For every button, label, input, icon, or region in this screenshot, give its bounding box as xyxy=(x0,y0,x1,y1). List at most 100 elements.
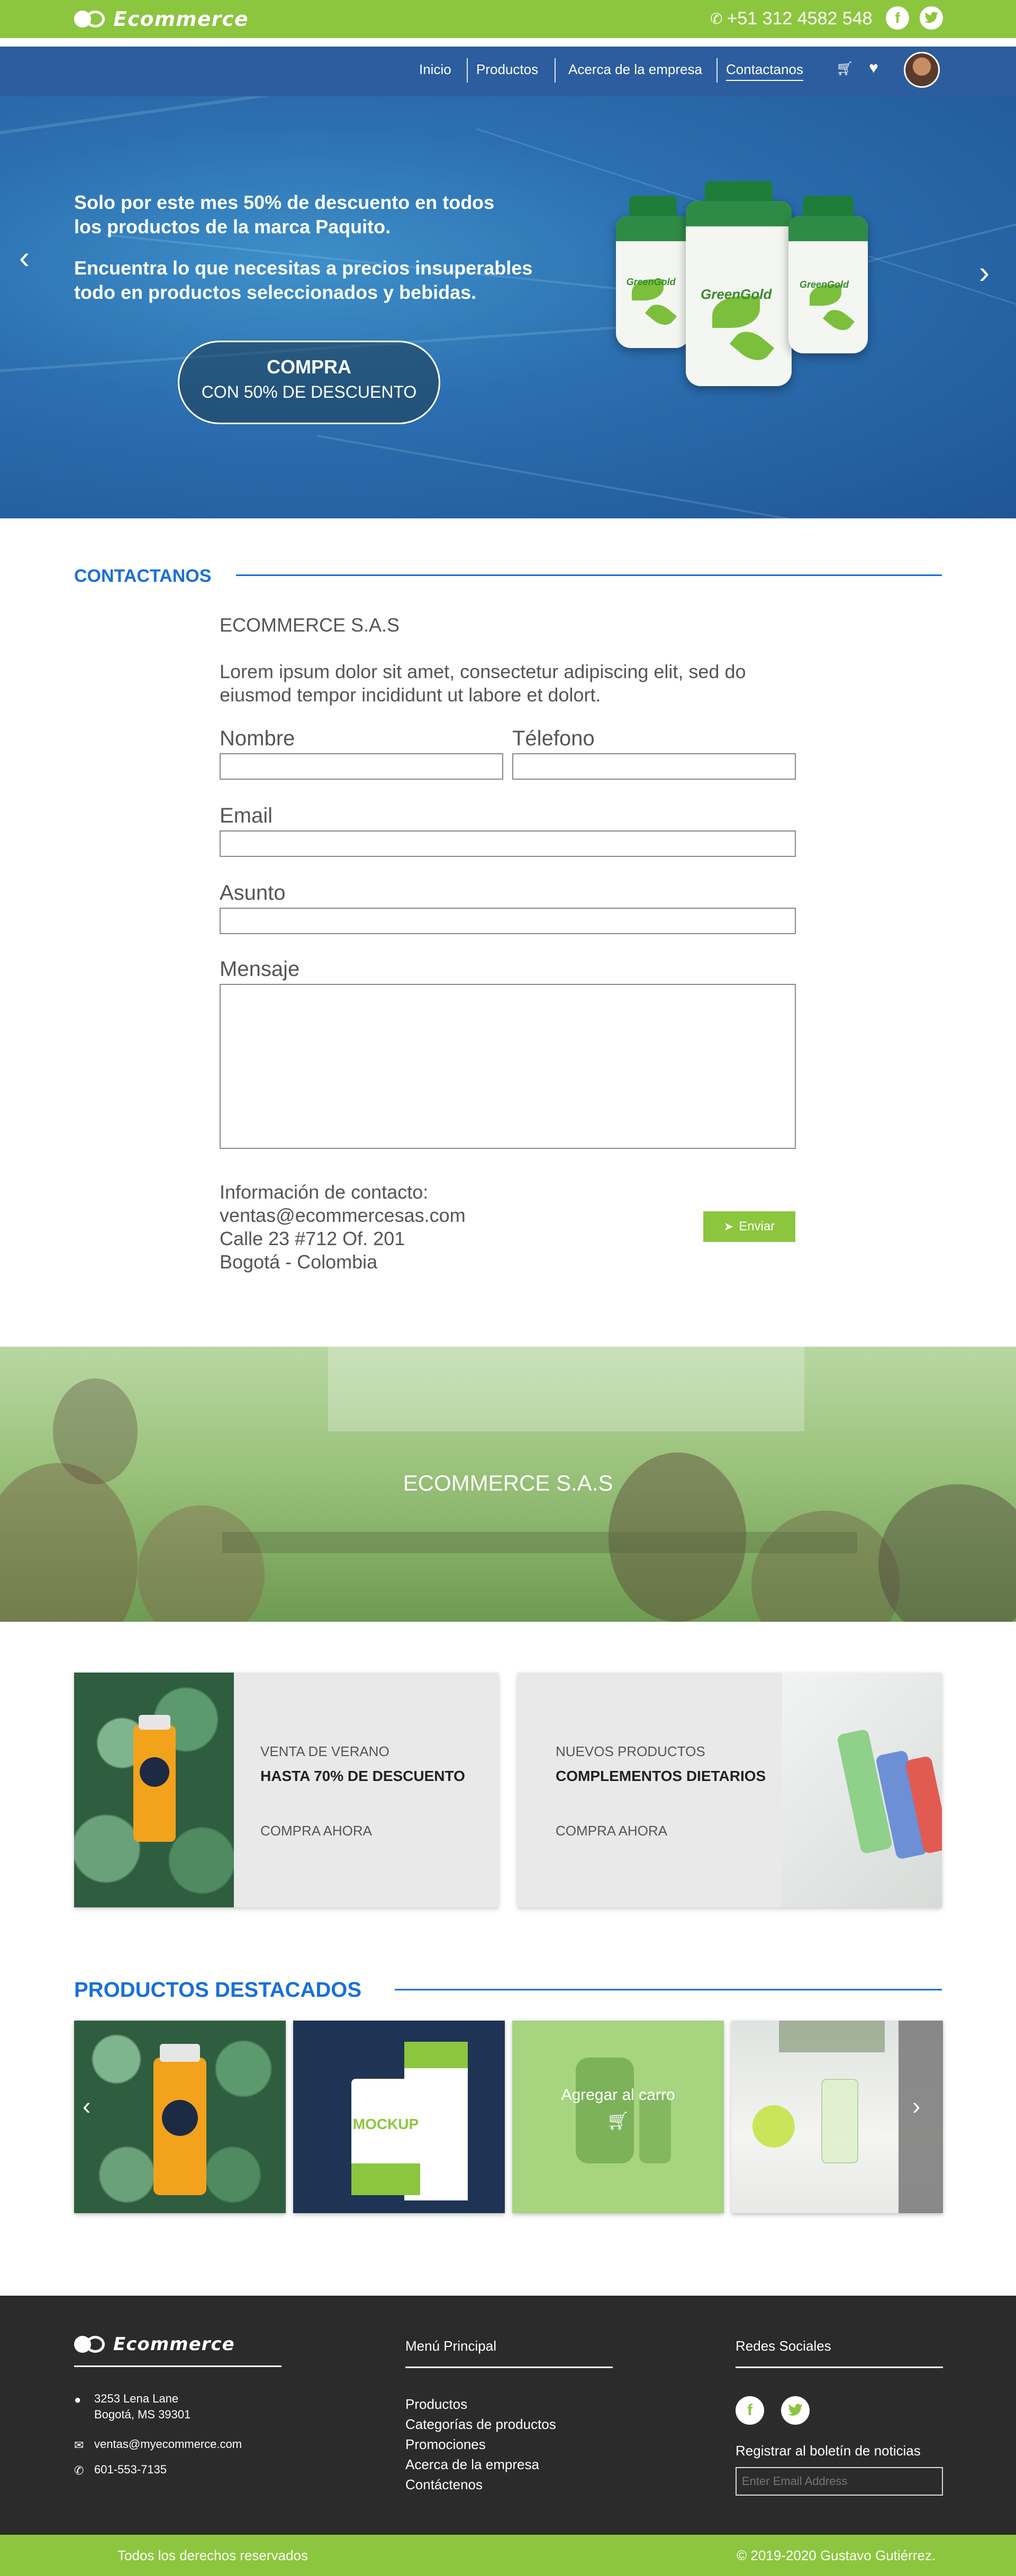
footer-social-title: Redes Sociales xyxy=(736,2338,831,2354)
logo-text: Ecommerce xyxy=(113,7,249,31)
newsletter-email-input[interactable] xyxy=(736,2467,943,2496)
hero-prev-arrow[interactable]: ‹ xyxy=(19,239,30,276)
company-name: ECOMMERCE S.A.S xyxy=(220,614,400,636)
footer-divider xyxy=(405,2367,613,2368)
phone-icon: ✆ xyxy=(710,11,723,27)
featured-section-title: PRODUCTOS DESTACADOS xyxy=(74,1978,362,2002)
footer-menu-title: Menú Principal xyxy=(405,2338,496,2354)
footer-link-promociones[interactable]: Promociones xyxy=(405,2436,486,2453)
twitter-icon[interactable] xyxy=(920,6,943,30)
promo-new-big: COMPLEMENTOS DIETARIOS xyxy=(556,1768,766,1784)
send-icon: ➤ xyxy=(723,1220,734,1233)
footer-link-contactenos[interactable]: Contáctenos xyxy=(405,2477,483,2493)
banner-title: ECOMMERCE S.A.S xyxy=(403,1470,613,1495)
promo-summer-big: HASTA 70% DE DESCUENTO xyxy=(260,1768,465,1784)
name-label: Nombre xyxy=(220,727,295,750)
hero-line-3: Encuentra lo que necesitas a precios ins… xyxy=(74,257,533,279)
promo-new-image xyxy=(782,1673,942,1907)
nav-productos[interactable]: Productos xyxy=(476,61,538,78)
phone-field[interactable] xyxy=(512,753,796,780)
footer-phone: 601-553-7135 xyxy=(94,2463,167,2476)
logo[interactable]: Ecommerce xyxy=(74,7,249,31)
phone-contact[interactable]: ✆ +51 312 4582 548 xyxy=(710,8,873,29)
promo-summer-small: VENTA DE VERANO xyxy=(260,1743,389,1759)
footer-divider xyxy=(74,2365,282,2367)
heart-icon[interactable]: ♥ xyxy=(869,59,878,77)
email-label: Email xyxy=(220,804,273,827)
footer-link-acerca[interactable]: Acerca de la empresa xyxy=(405,2456,539,2473)
footer-email[interactable]: ventas@myecommerce.com xyxy=(94,2436,242,2452)
logo-icon xyxy=(74,10,106,29)
phone-label: Télefono xyxy=(512,727,595,750)
nav-separator xyxy=(555,58,556,83)
hero-line-1: Solo por este mes 50% de descuento en to… xyxy=(74,191,495,213)
phone-number: +51 312 4582 548 xyxy=(727,8,873,29)
cart-icon[interactable]: 🛒︎ xyxy=(836,60,854,77)
nav-separator xyxy=(467,58,468,83)
footer-logo[interactable]: Ecommerce xyxy=(74,2334,235,2355)
contact-info-title: Información de contacto: xyxy=(220,1181,429,1203)
main-navbar: Inicio Productos Acerca de la empresa Co… xyxy=(0,47,1016,96)
send-button[interactable]: ➤ Enviar xyxy=(703,1211,795,1242)
hero-subheadline: Encuentra lo que necesitas a precios ins… xyxy=(74,256,532,305)
twitter-icon[interactable] xyxy=(781,2396,810,2425)
contact-section-line xyxy=(236,574,942,576)
facebook-icon[interactable]: f xyxy=(736,2396,764,2425)
nav-inicio[interactable]: Inicio xyxy=(419,61,451,78)
avatar[interactable] xyxy=(904,52,940,88)
products-prev-arrow[interactable]: ‹ xyxy=(83,2091,90,2120)
contact-section-title: CONTACTANOS xyxy=(74,566,212,586)
nav-separator xyxy=(716,58,718,83)
product-card[interactable] xyxy=(731,2021,943,2213)
footer-link-categorias[interactable]: Categorías de productos xyxy=(405,2416,556,2433)
footer-address: 3253 Lena Lane Bogotá, MS 39301 xyxy=(94,2392,191,2421)
products-next-arrow[interactable]: › xyxy=(912,2091,920,2120)
promo-card-new[interactable]: NUEVOS PRODUCTOS COMPLEMENTOS DIETARIOS … xyxy=(518,1673,942,1907)
product-card[interactable]: MOCKUP xyxy=(293,2021,505,2213)
footer-logo-icon xyxy=(74,2335,106,2354)
name-field[interactable] xyxy=(220,753,503,780)
footer-logo-text: Ecommerce xyxy=(113,2334,235,2355)
product-bottle: GreenGold xyxy=(686,181,792,386)
promo-summer-link[interactable]: COMPRA AHORA xyxy=(260,1823,372,1839)
hero-line-2: los productos de la marca Paquito. xyxy=(74,216,391,237)
contact-info-city: Bogotá - Colombia xyxy=(220,1251,378,1273)
promo-summer-image xyxy=(74,1673,234,1907)
subject-field[interactable] xyxy=(220,908,796,934)
message-textarea[interactable] xyxy=(220,984,796,1149)
contact-info-email: ventas@ecommercesas.com xyxy=(220,1204,466,1226)
send-label: Enviar xyxy=(739,1219,775,1234)
product-card[interactable] xyxy=(74,2021,286,2213)
facebook-icon[interactable]: f xyxy=(886,6,909,30)
promo-new-small: NUEVOS PRODUCTOS xyxy=(556,1743,705,1759)
footer-divider xyxy=(736,2367,943,2368)
product-tube: MOCKUP xyxy=(351,2079,420,2195)
product-bottle: GreenGold xyxy=(616,196,690,348)
product-bottle: GreenGold xyxy=(788,196,868,353)
message-label: Mensaje xyxy=(220,957,300,981)
hero-cta-subtitle: CON 50% DE DESCUENTO xyxy=(201,382,417,401)
email-field[interactable] xyxy=(220,830,796,857)
hero-cta-button[interactable]: COMPRA CON 50% DE DESCUENTO xyxy=(178,341,440,424)
newsletter-label: Registrar al boletín de noticias xyxy=(736,2443,921,2459)
email-icon: ✉ xyxy=(74,2438,84,2452)
location-icon: ● xyxy=(74,2393,81,2406)
hero-next-arrow[interactable]: › xyxy=(979,254,990,290)
promo-new-link[interactable]: COMPRA AHORA xyxy=(556,1823,667,1839)
contact-info-address: Calle 23 #712 Of. 201 xyxy=(220,1228,405,1249)
hero-headline: Solo por este mes 50% de descuento en to… xyxy=(74,190,494,239)
product-card-hover[interactable]: Agregar al carro 🛒︎ xyxy=(512,2021,724,2213)
contact-info: Información de contacto: ventas@ecommerc… xyxy=(220,1181,466,1274)
hero-cta-title: COMPRA xyxy=(267,356,351,378)
nav-acerca[interactable]: Acerca de la empresa xyxy=(568,61,702,78)
contact-description: Lorem ipsum dolor sit amet, consectetur … xyxy=(220,661,746,706)
subject-label: Asunto xyxy=(220,881,286,905)
promo-card-summer[interactable]: VENTA DE VERANO HASTA 70% DE DESCUENTO C… xyxy=(74,1673,498,1907)
add-to-cart-label[interactable]: Agregar al carro xyxy=(512,2086,724,2104)
featured-section-line xyxy=(395,1989,942,1990)
footer-link-productos[interactable]: Productos xyxy=(405,2396,467,2413)
rights-text: Todos los derechos reservados xyxy=(117,2547,308,2563)
add-cart-icon[interactable]: 🛒︎ xyxy=(512,2111,724,2132)
copyright-text: © 2019-2020 Gustavo Gutiérrez. xyxy=(737,2547,936,2563)
nav-contactanos[interactable]: Contactanos xyxy=(726,61,803,81)
